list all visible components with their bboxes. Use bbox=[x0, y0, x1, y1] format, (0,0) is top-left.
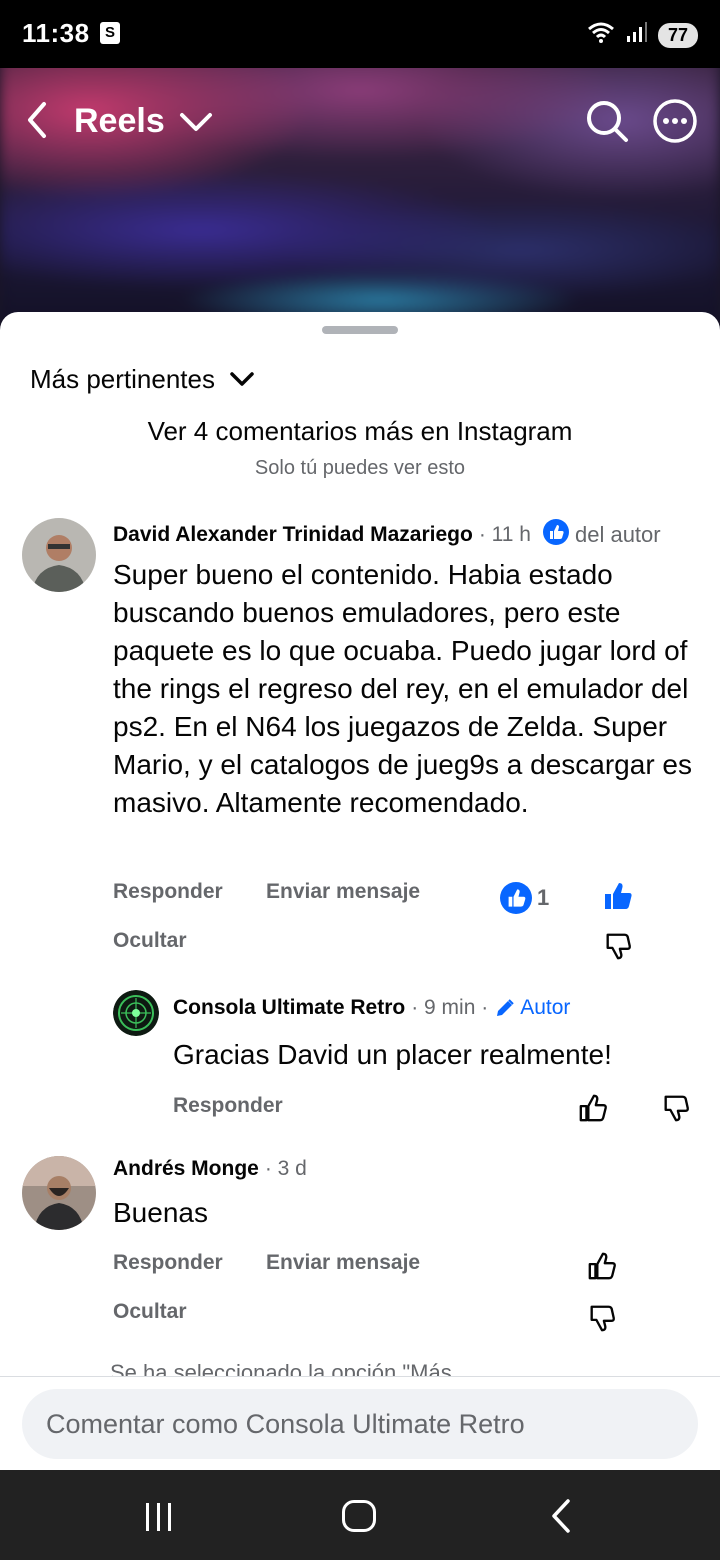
reels-title: Reels bbox=[74, 102, 165, 140]
thumbs-up-icon bbox=[588, 1252, 616, 1280]
like-button[interactable] bbox=[573, 1088, 613, 1128]
author-label: Autor bbox=[520, 996, 571, 1019]
home-button[interactable] bbox=[342, 1500, 376, 1532]
comment-input[interactable]: Comentar como Consola Ultimate Retro bbox=[22, 1389, 698, 1459]
sort-label: Más pertinentes bbox=[30, 364, 215, 394]
dislike-button[interactable] bbox=[582, 1298, 622, 1338]
reply-button[interactable]: Responder bbox=[113, 1251, 223, 1275]
comment-time: · 3 d bbox=[264, 1157, 307, 1180]
chevron-down-icon bbox=[230, 371, 254, 386]
avatar[interactable] bbox=[22, 518, 96, 592]
sheet-drag-handle[interactable] bbox=[322, 326, 398, 334]
reels-dropdown[interactable]: Reels bbox=[74, 102, 213, 141]
comment-header: David Alexander Trinidad Mazariego · 11 … bbox=[113, 519, 661, 551]
wifi-icon bbox=[586, 20, 616, 50]
reels-top-nav: Reels bbox=[0, 88, 720, 154]
status-time: 11:38 bbox=[22, 18, 90, 48]
reaction-count[interactable]: 1 bbox=[537, 885, 549, 911]
author-badge: Autor bbox=[494, 996, 570, 1020]
avatar[interactable] bbox=[22, 1156, 96, 1230]
comment-time: · 11 h bbox=[478, 523, 531, 546]
reply-button[interactable]: Responder bbox=[173, 1094, 283, 1118]
dislike-button[interactable] bbox=[656, 1088, 696, 1128]
comment-composer: Comentar como Consola Ultimate Retro bbox=[0, 1376, 720, 1470]
like-badge-icon bbox=[542, 519, 569, 551]
chevron-down-icon bbox=[179, 112, 212, 131]
battery-indicator: 77 bbox=[657, 22, 698, 48]
hide-button[interactable]: Ocultar bbox=[113, 929, 187, 953]
thumbs-down-icon bbox=[590, 1305, 615, 1332]
status-icons: 77 bbox=[586, 20, 698, 50]
instagram-comments-link[interactable]: Ver 4 comentarios más en Instagram bbox=[0, 416, 720, 447]
back-button[interactable] bbox=[22, 100, 52, 140]
thumbs-up-filled-icon bbox=[605, 883, 632, 909]
visibility-note: Solo tú puedes ver esto bbox=[254, 457, 466, 479]
comments-sheet: Más pertinentes Ver 4 comentarios más en… bbox=[0, 312, 720, 1470]
comment-header: Andrés Monge · 3 d bbox=[113, 1157, 307, 1181]
commenter-name[interactable]: Consola Ultimate Retro bbox=[173, 996, 405, 1020]
shopify-icon: S bbox=[100, 22, 120, 44]
reaction-like-icon bbox=[496, 878, 536, 918]
reply-header: Consola Ultimate Retro · 9 min · Autor bbox=[173, 996, 570, 1020]
reply-button[interactable]: Responder bbox=[113, 880, 223, 904]
more-icon bbox=[653, 99, 697, 143]
recent-apps-button[interactable] bbox=[144, 1502, 174, 1532]
thumbs-down-icon bbox=[606, 933, 631, 960]
sort-dropdown[interactable]: Más pertinentes bbox=[30, 364, 255, 395]
search-button[interactable] bbox=[584, 98, 630, 144]
like-button[interactable] bbox=[598, 876, 638, 916]
recents-icon bbox=[146, 1503, 171, 1531]
dislike-button[interactable] bbox=[598, 926, 638, 966]
thumbs-down-icon bbox=[664, 1095, 689, 1122]
chevron-left-icon bbox=[28, 102, 46, 138]
more-options-button[interactable] bbox=[652, 98, 698, 144]
signal-icon bbox=[626, 21, 648, 49]
commenter-name[interactable]: Andrés Monge bbox=[113, 1157, 259, 1181]
pencil-icon bbox=[497, 999, 514, 1016]
avatar[interactable] bbox=[113, 990, 159, 1036]
system-back-button[interactable] bbox=[546, 1498, 576, 1534]
thumbs-up-icon bbox=[579, 1094, 607, 1122]
reply-text: Gracias David un placer realmente! bbox=[173, 1039, 612, 1070]
comment-text: Super bueno el contenido. Habia estado b… bbox=[113, 559, 692, 818]
comment-time: · 9 min · bbox=[411, 996, 489, 1019]
liked-by-author-label: del autor bbox=[574, 522, 661, 547]
comment-text: Buenas bbox=[113, 1197, 208, 1228]
send-message-button[interactable]: Enviar mensaje bbox=[266, 1251, 420, 1275]
like-button[interactable] bbox=[582, 1246, 622, 1286]
hide-button[interactable]: Ocultar bbox=[113, 1300, 187, 1324]
status-bar: 11:38 S 77 bbox=[0, 0, 720, 68]
commenter-name[interactable]: David Alexander Trinidad Mazariego bbox=[113, 523, 473, 547]
send-message-button[interactable]: Enviar mensaje bbox=[266, 880, 420, 904]
search-icon bbox=[587, 101, 628, 142]
back-arrow-icon bbox=[552, 1499, 570, 1533]
system-nav-bar bbox=[0, 1470, 720, 1560]
